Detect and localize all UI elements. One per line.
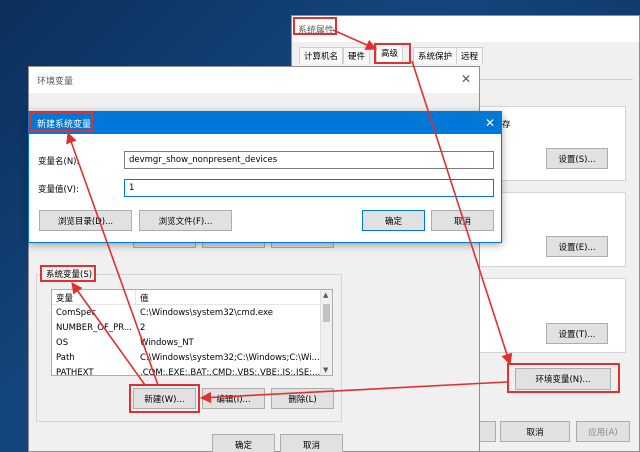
system-properties-titlebar: 系统属性: [292, 16, 639, 42]
column-divider: [135, 290, 136, 305]
env-vars-ok-button[interactable]: 确定: [212, 434, 275, 452]
tab-system-protection[interactable]: 系统保护: [413, 47, 458, 64]
variable-name-label: 变量名(N):: [38, 157, 80, 167]
scroll-down-icon[interactable]: ▼: [323, 366, 328, 374]
tab-remote[interactable]: 远程: [456, 47, 484, 64]
highlight-new-var-title: [29, 112, 93, 132]
table-row[interactable]: PATHEXT .COM;.EXE;.BAT;.CMD;.VBS;.VBE;.J…: [52, 366, 320, 376]
new-var-titlebar: 新建系统变量 ✕: [29, 112, 501, 134]
scroll-thumb[interactable]: [323, 304, 330, 322]
variable-name-input[interactable]: [124, 151, 494, 169]
browse-file-button[interactable]: 浏览文件(F)...: [139, 210, 232, 231]
table-row[interactable]: NUMBER_OF_PR... 2: [52, 321, 320, 336]
highlight-system-properties-title: [293, 17, 337, 35]
scroll-up-icon[interactable]: ▲: [323, 291, 328, 299]
highlight-system-vars-label: [40, 265, 96, 282]
var-name-cell: NUMBER_OF_PR...: [56, 323, 132, 333]
tab-hardware[interactable]: 硬件: [343, 47, 371, 64]
new-var-ok-button[interactable]: 确定: [362, 210, 425, 231]
edit-variable-button[interactable]: 编辑(I)...: [202, 388, 265, 409]
system-vars-list[interactable]: 变量 值 ComSpec C:\Windows\system32\cmd.exe…: [51, 289, 333, 376]
sys-props-cancel-button[interactable]: 取消: [500, 421, 570, 442]
var-value-cell: 2: [140, 323, 146, 333]
highlight-advanced-tab: [374, 43, 411, 64]
env-vars-titlebar: 环境变量 ✕: [29, 67, 479, 93]
var-name-cell: OS: [56, 338, 69, 348]
env-vars-close-icon[interactable]: ✕: [461, 73, 471, 85]
variable-value-input[interactable]: [124, 179, 494, 197]
var-value-cell: Windows_NT: [140, 338, 194, 348]
browse-directory-button[interactable]: 浏览目录(D)...: [39, 210, 132, 231]
tab-computer-name[interactable]: 计算机名: [299, 47, 344, 64]
env-vars-title: 环境变量: [37, 77, 74, 87]
table-row[interactable]: OS Windows_NT: [52, 336, 320, 351]
variable-value-label: 变量值(V):: [38, 185, 79, 195]
var-value-cell: .COM;.EXE;.BAT;.CMD;.VBS;.VBE;.JS;.JSE;.…: [140, 368, 320, 376]
delete-variable-button[interactable]: 删除(L): [271, 388, 334, 409]
highlight-new-button: [129, 384, 200, 413]
settings-user-profiles-button[interactable]: 设置(E)...: [546, 236, 608, 257]
column-header-variable[interactable]: 变量: [56, 292, 73, 304]
highlight-env-vars-button: [507, 363, 620, 393]
var-name-cell: ComSpec: [56, 308, 97, 318]
list-scrollbar[interactable]: ▲ ▼: [320, 290, 332, 375]
var-name-cell: PATHEXT: [56, 368, 94, 376]
sys-props-apply-button[interactable]: 应用(A): [576, 421, 630, 442]
new-var-close-icon[interactable]: ✕: [485, 117, 495, 129]
var-value-cell: C:\Windows\system32\cmd.exe: [140, 308, 274, 318]
settings-startup-recovery-button[interactable]: 设置(T)...: [546, 323, 608, 344]
table-row[interactable]: ComSpec C:\Windows\system32\cmd.exe: [52, 306, 320, 321]
column-header-value[interactable]: 值: [140, 292, 149, 304]
table-row[interactable]: Path C:\Windows\system32;C:\Windows;C:\W…: [52, 351, 320, 366]
var-value-cell: C:\Windows\system32;C:\Windows;C:\Wi...: [140, 353, 320, 363]
list-header: 变量 值: [52, 290, 320, 305]
partial-text: 存: [502, 120, 511, 130]
var-name-cell: Path: [56, 353, 75, 363]
settings-performance-button[interactable]: 设置(S)...: [546, 148, 608, 169]
env-vars-cancel-button[interactable]: 取消: [280, 434, 343, 452]
new-var-cancel-button[interactable]: 取消: [431, 210, 494, 231]
